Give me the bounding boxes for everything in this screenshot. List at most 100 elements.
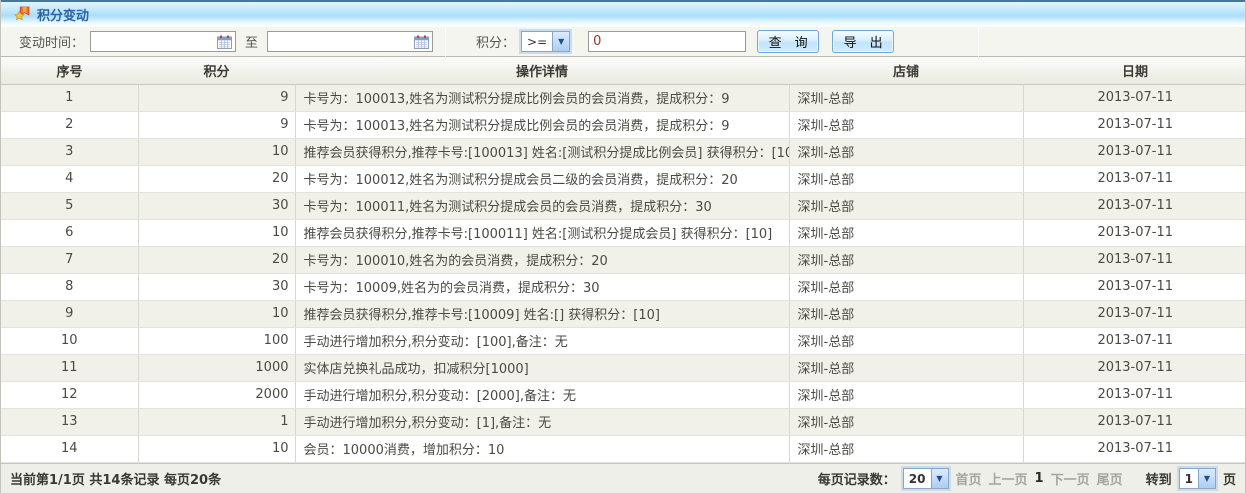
cell-no: 10 (1, 327, 138, 354)
cell-points: 100 (138, 327, 295, 354)
col-header-store: 店铺 (789, 57, 1023, 84)
cell-points: 20 (138, 246, 295, 273)
goto-page-select[interactable]: 1 ▼ (1179, 468, 1216, 489)
cell-date: 2013-07-11 (1023, 111, 1246, 138)
cell-no: 4 (1, 165, 138, 192)
change-time-label: 变动时间： (19, 32, 84, 51)
cell-points: 10 (138, 300, 295, 327)
cell-no: 14 (1, 435, 138, 462)
cell-no: 6 (1, 219, 138, 246)
cell-points: 10 (138, 138, 295, 165)
col-header-detail: 操作详情 (295, 57, 789, 84)
next-page-link[interactable]: 下一页 (1051, 469, 1090, 488)
goto-label: 转到 (1146, 469, 1172, 488)
date-to-input[interactable] (267, 31, 433, 52)
title-bar: 积分变动 (1, 0, 1245, 27)
col-header-points: 积分 (138, 57, 295, 84)
table-row: 3 10 推荐会员获得积分,推荐卡号:[100013] 姓名:[测试积分提成比例… (1, 138, 1246, 165)
cell-store: 深圳-总部 (789, 84, 1023, 111)
cell-store: 深圳-总部 (789, 273, 1023, 300)
filter-bar: 变动时间： 至 (1, 27, 1245, 57)
table-row: 4 20 卡号为：100012,姓名为测试积分提成会员二级的会员消费，提成积分：… (1, 165, 1246, 192)
query-button[interactable]: 查 询 (757, 30, 819, 53)
points-change-table: 序号 积分 操作详情 店铺 日期 1 9 卡号为：100013,姓名为测试积分提… (1, 57, 1246, 463)
page-size-value: 20 (904, 469, 931, 488)
cell-detail: 卡号为：100012,姓名为测试积分提成会员二级的会员消费，提成积分：20 (295, 165, 789, 192)
table-row: 12 2000 手动进行增加积分,积分变动：[2000],备注：无 深圳-总部 … (1, 381, 1246, 408)
cell-detail: 推荐会员获得积分,推荐卡号:[100013] 姓名:[测试积分提成比例会员] 获… (295, 138, 789, 165)
cell-store: 深圳-总部 (789, 111, 1023, 138)
goto-page-value: 1 (1180, 469, 1198, 488)
cell-date: 2013-07-11 (1023, 273, 1246, 300)
cell-detail: 推荐会员获得积分,推荐卡号:[10009] 姓名:[] 获得积分：[10] (295, 300, 789, 327)
cell-no: 2 (1, 111, 138, 138)
cell-points: 2000 (138, 381, 295, 408)
cell-date: 2013-07-11 (1023, 354, 1246, 381)
table-row: 1 9 卡号为：100013,姓名为测试积分提成比例会员的会员消费，提成积分：9… (1, 84, 1246, 111)
cell-detail: 推荐会员获得积分,推荐卡号:[100011] 姓名:[测试积分提成会员] 获得积… (295, 219, 789, 246)
filter-divider (445, 27, 446, 57)
pagination-bar: 当前第1/1页 共14条记录 每页20条 每页记录数： 20 ▼ 首页 上一页 … (1, 463, 1245, 493)
cell-points: 1000 (138, 354, 295, 381)
cell-date: 2013-07-11 (1023, 381, 1246, 408)
calendar-icon[interactable] (414, 35, 429, 53)
cell-date: 2013-07-11 (1023, 408, 1246, 435)
cell-date: 2013-07-11 (1023, 138, 1246, 165)
cell-detail: 手动进行增加积分,积分变动：[2000],备注：无 (295, 381, 789, 408)
cell-no: 11 (1, 354, 138, 381)
cell-points: 10 (138, 435, 295, 462)
cell-detail: 手动进行增加积分,积分变动：[100],备注：无 (295, 327, 789, 354)
record-summary: 当前第1/1页 共14条记录 每页20条 (10, 469, 221, 488)
cell-points: 9 (138, 111, 295, 138)
cell-store: 深圳-总部 (789, 300, 1023, 327)
points-label: 积分： (476, 32, 515, 51)
cell-no: 12 (1, 381, 138, 408)
last-page-link[interactable]: 尾页 (1097, 469, 1123, 488)
cell-points: 30 (138, 273, 295, 300)
cell-store: 深圳-总部 (789, 192, 1023, 219)
col-header-date: 日期 (1023, 57, 1246, 84)
first-page-link[interactable]: 首页 (956, 469, 982, 488)
current-page-number: 1 (1035, 471, 1044, 486)
cell-date: 2013-07-11 (1023, 300, 1246, 327)
cell-detail: 手动进行增加积分,积分变动：[1],备注：无 (295, 408, 789, 435)
filter-divider (978, 27, 979, 57)
cell-no: 9 (1, 300, 138, 327)
table-row: 14 10 会员：10000消费，增加积分：10 深圳-总部 2013-07-1… (1, 435, 1246, 462)
cell-no: 8 (1, 273, 138, 300)
cell-detail: 卡号为：100011,姓名为测试积分提成会员的会员消费，提成积分：30 (295, 192, 789, 219)
table-row: 11 1000 实体店兑换礼品成功，扣减积分[1000] 深圳-总部 2013-… (1, 354, 1246, 381)
table-row: 7 20 卡号为：100010,姓名为的会员消费，提成积分：20 深圳-总部 2… (1, 246, 1246, 273)
table-row: 2 9 卡号为：100013,姓名为测试积分提成比例会员的会员消费，提成积分：9… (1, 111, 1246, 138)
cell-store: 深圳-总部 (789, 408, 1023, 435)
export-button[interactable]: 导 出 (832, 30, 894, 53)
points-operator-select[interactable]: >= ▼ (521, 31, 570, 52)
prev-page-link[interactable]: 上一页 (989, 469, 1028, 488)
cell-date: 2013-07-11 (1023, 219, 1246, 246)
cell-points: 30 (138, 192, 295, 219)
medal-icon (14, 6, 31, 23)
cell-store: 深圳-总部 (789, 435, 1023, 462)
page-size-label: 每页记录数： (818, 469, 896, 488)
cell-date: 2013-07-11 (1023, 435, 1246, 462)
table-header-row: 序号 积分 操作详情 店铺 日期 (1, 57, 1246, 84)
cell-points: 1 (138, 408, 295, 435)
cell-detail: 实体店兑换礼品成功，扣减积分[1000] (295, 354, 789, 381)
points-value-input[interactable] (588, 31, 746, 52)
date-from-input[interactable] (90, 31, 236, 52)
cell-detail: 会员：10000消费，增加积分：10 (295, 435, 789, 462)
points-operator-value: >= (522, 32, 552, 51)
cell-store: 深圳-总部 (789, 381, 1023, 408)
cell-detail: 卡号为：10009,姓名为的会员消费，提成积分：30 (295, 273, 789, 300)
table-row: 10 100 手动进行增加积分,积分变动：[100],备注：无 深圳-总部 20… (1, 327, 1246, 354)
chevron-down-icon: ▼ (1198, 469, 1215, 488)
page-size-select[interactable]: 20 ▼ (903, 468, 949, 489)
table-row: 9 10 推荐会员获得积分,推荐卡号:[10009] 姓名:[] 获得积分：[1… (1, 300, 1246, 327)
cell-date: 2013-07-11 (1023, 192, 1246, 219)
calendar-icon[interactable] (217, 35, 232, 53)
to-label: 至 (245, 32, 258, 51)
table-row: 8 30 卡号为：10009,姓名为的会员消费，提成积分：30 深圳-总部 20… (1, 273, 1246, 300)
page-title: 积分变动 (37, 5, 89, 24)
table-row: 6 10 推荐会员获得积分,推荐卡号:[100011] 姓名:[测试积分提成会员… (1, 219, 1246, 246)
cell-store: 深圳-总部 (789, 246, 1023, 273)
